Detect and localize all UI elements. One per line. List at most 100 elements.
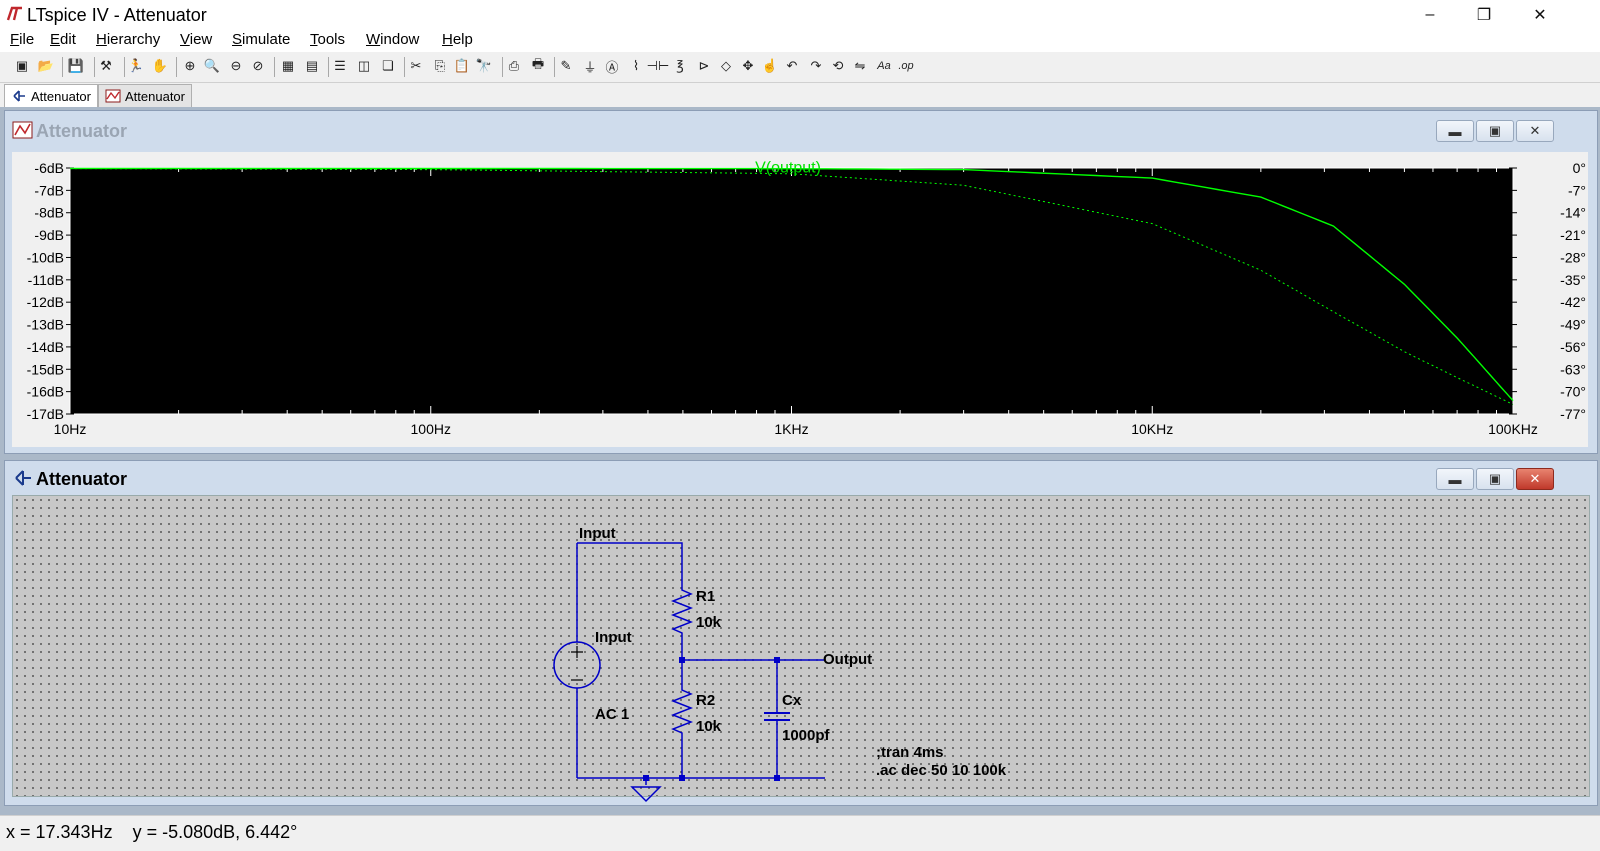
r2-name[interactable]: R2 <box>696 692 715 709</box>
y-left-tick-label: -9dB <box>34 227 64 243</box>
maximize-icon: ▣ <box>1488 471 1502 486</box>
y-right-tick-label: -28° <box>1560 249 1586 265</box>
spice-directive-ac[interactable]: .ac dec 50 10 100k <box>876 762 1006 779</box>
redo-icon[interactable]: ↷ <box>806 56 826 76</box>
plot-close-button[interactable]: ✕ <box>1516 120 1554 142</box>
schematic-maximize-button[interactable]: ▣ <box>1476 468 1514 490</box>
print-setup-icon[interactable]: ⎙ <box>504 56 524 76</box>
r2-value[interactable]: 10k <box>696 718 721 735</box>
menu-view[interactable]: View <box>180 31 212 48</box>
schematic-window-title: Attenuator <box>36 469 127 489</box>
capacitor-icon[interactable]: ⊣⊢ <box>647 56 670 76</box>
r1-name[interactable]: R1 <box>696 588 715 605</box>
menu-simulate[interactable]: Simulate <box>232 31 290 48</box>
y-left-tick-label: -12dB <box>27 294 64 310</box>
tab-schematic[interactable]: Attenuator <box>4 84 98 107</box>
toolbar-separator <box>62 57 63 77</box>
y-right-tick-label: -70° <box>1560 384 1586 400</box>
r1-value[interactable]: 10k <box>696 614 721 631</box>
source-value[interactable]: AC 1 <box>595 706 629 723</box>
toolbar-separator <box>554 57 555 77</box>
zoom-area-icon[interactable]: 🔍 <box>202 56 222 76</box>
menu-file[interactable]: File <box>10 31 34 48</box>
spice-directive-icon[interactable]: .op <box>896 56 916 76</box>
net-label-input[interactable]: Input <box>579 525 616 542</box>
autorange-icon[interactable]: ▦ <box>278 56 298 76</box>
y-left-tick-label: -13dB <box>27 317 64 333</box>
schematic-icon <box>15 470 31 486</box>
close-button[interactable]: ✕ <box>1512 0 1568 30</box>
new-schematic-icon[interactable]: ▣ <box>12 56 32 76</box>
toolbar-separator <box>94 57 95 77</box>
y-right-tick-label: -49° <box>1560 317 1586 333</box>
x-tick-label: 100Hz <box>411 421 451 437</box>
tab-label: Attenuator <box>125 88 185 104</box>
y-left-tick-label: -14dB <box>27 339 64 355</box>
waveform-plot[interactable]: V(output) 10Hz 100Hz 1KHz 10KHz 100KHz -6dB -7… <box>12 152 1588 447</box>
zoom-out-icon[interactable]: ⊖ <box>226 56 246 76</box>
label-net-icon[interactable]: Ⓐ <box>602 56 622 76</box>
save-icon[interactable]: 💾 <box>66 56 86 76</box>
rotate-icon[interactable]: ⟲ <box>828 56 848 76</box>
schematic-close-button[interactable]: ✕ <box>1516 468 1554 490</box>
minimize-button[interactable]: – <box>1402 0 1458 30</box>
menu-tools[interactable]: Tools <box>310 31 345 48</box>
tab-waveform[interactable]: Attenuator <box>98 84 192 107</box>
control-panel-icon[interactable]: ⚒ <box>96 56 116 76</box>
component-icon[interactable]: ◇ <box>716 56 736 76</box>
zoom-cancel-icon[interactable]: ⊘ <box>248 56 268 76</box>
cx-name[interactable]: Cx <box>782 692 801 709</box>
inductor-icon[interactable]: ℥ <box>670 56 690 76</box>
mirror-icon[interactable]: ⇋ <box>850 56 870 76</box>
copy-icon[interactable]: ⎘ <box>430 56 450 76</box>
spice-directive-tran[interactable]: ;tran 4ms <box>876 744 944 761</box>
paste-icon[interactable]: 📋 <box>452 56 472 76</box>
cursor-readout: x = 17.343Hz y = -5.080dB, 6.442° <box>6 822 298 842</box>
cascade-icon[interactable]: ❏ <box>378 56 398 76</box>
print-icon[interactable]: 🖶 <box>528 56 548 76</box>
maximize-button[interactable]: ❐ <box>1456 0 1512 30</box>
open-icon[interactable]: 📂 <box>36 56 56 76</box>
wire-icon[interactable]: ✎ <box>556 56 576 76</box>
y-right-tick-label: -7° <box>1568 182 1586 198</box>
close-icon: ✕ <box>1533 7 1547 24</box>
resistor-icon[interactable]: ⌇ <box>626 56 646 76</box>
schematic-icon <box>13 90 25 102</box>
tile-vertical-icon[interactable]: ◫ <box>354 56 374 76</box>
y-right-tick-label: -77° <box>1560 406 1586 422</box>
menu-hierarchy[interactable]: Hierarchy <box>96 31 160 48</box>
y-left-tick-label: -17dB <box>27 406 64 422</box>
zoom-in-icon[interactable]: ⊕ <box>180 56 200 76</box>
menu-edit[interactable]: Edit <box>50 31 76 48</box>
toolbar-separator <box>124 57 125 77</box>
diode-icon[interactable]: ⊳ <box>694 56 714 76</box>
menu-window[interactable]: Window <box>366 31 419 48</box>
halt-icon[interactable]: ✋ <box>150 56 170 76</box>
y-right-tick-label: -42° <box>1560 294 1586 310</box>
move-icon[interactable]: ✥ <box>738 56 758 76</box>
plot-minimize-button[interactable]: ▬ <box>1436 120 1474 142</box>
run-icon[interactable]: 🏃 <box>126 56 146 76</box>
source-name[interactable]: Input <box>595 629 632 646</box>
x-tick-label: 100KHz <box>1488 421 1538 437</box>
minimize-icon: ▬ <box>1448 123 1462 139</box>
undo-icon[interactable]: ↶ <box>782 56 802 76</box>
plot-maximize-button[interactable]: ▣ <box>1476 120 1514 142</box>
schematic-canvas[interactable] <box>12 495 1590 797</box>
trace-label[interactable]: V(output) <box>755 159 821 176</box>
cut-icon[interactable]: ✂ <box>406 56 426 76</box>
grid-icon[interactable]: ▤ <box>302 56 322 76</box>
tab-label: Attenuator <box>31 88 91 104</box>
drag-icon[interactable]: ☝ <box>760 56 780 76</box>
toolbar-separator <box>176 57 177 77</box>
schematic-minimize-button[interactable]: ▬ <box>1436 468 1474 490</box>
ground-icon[interactable]: ⏚ <box>580 56 600 76</box>
menu-help[interactable]: Help <box>442 31 473 48</box>
find-icon[interactable]: 🔭 <box>474 56 494 76</box>
cx-value[interactable]: 1000pf <box>782 727 830 744</box>
toolbar-separator <box>502 57 503 77</box>
net-label-output[interactable]: Output <box>823 651 872 668</box>
ltspice-logo-icon <box>6 6 22 21</box>
tile-horizontal-icon[interactable]: ☰ <box>330 56 350 76</box>
text-icon[interactable]: Aa <box>874 56 894 76</box>
